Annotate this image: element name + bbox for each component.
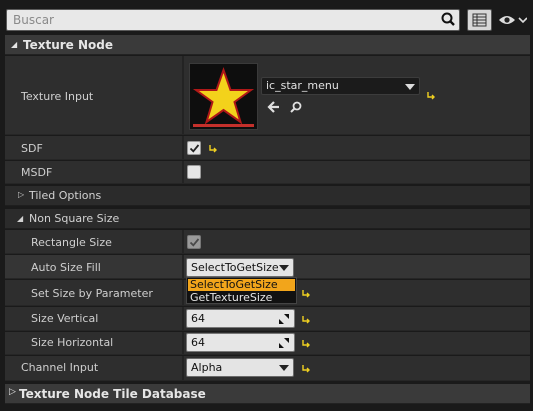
size-vertical-label: Size Vertical xyxy=(31,312,99,325)
checkmark-icon xyxy=(189,144,200,153)
category-title: Non Square Size xyxy=(29,212,120,225)
msdf-checkbox[interactable] xyxy=(187,165,201,179)
category-non-square-size[interactable]: ◢ Non Square Size xyxy=(5,209,530,229)
texture-thumbnail[interactable] xyxy=(189,63,258,130)
row-sdf: SDF xyxy=(5,136,530,160)
drag-resize-icon[interactable] xyxy=(278,313,290,325)
category-title: Texture Node Tile Database xyxy=(19,387,206,401)
collapse-arrow-icon: ◢ xyxy=(17,214,24,223)
category-title: Texture Node xyxy=(23,38,113,52)
channel-input-value: Alpha xyxy=(191,361,223,374)
channel-input-label: Channel Input xyxy=(21,361,99,374)
visibility-eye-icon[interactable] xyxy=(497,11,528,29)
texture-asset-name: ic_star_menu xyxy=(266,79,339,92)
row-size-vertical: Size Vertical 64 xyxy=(5,307,530,331)
row-rectangle-size: Rectangle Size xyxy=(5,230,530,254)
auto-size-fill-dropdown-list: SelectToGetSize GetTextureSize xyxy=(186,277,297,304)
size-horizontal-value: 64 xyxy=(191,336,205,349)
checkmark-icon xyxy=(189,238,200,247)
reset-to-default-icon[interactable] xyxy=(426,90,436,100)
row-size-horizontal: Size Horizontal 64 xyxy=(5,332,530,355)
category-texture-node[interactable]: ◢ Texture Node xyxy=(5,35,530,55)
drag-resize-icon[interactable] xyxy=(278,337,290,349)
reset-to-default-icon[interactable] xyxy=(301,314,311,324)
rectangle-size-checkbox[interactable] xyxy=(187,235,201,249)
size-vertical-value: 64 xyxy=(191,312,205,325)
auto-size-fill-value: SelectToGetSize xyxy=(191,261,279,274)
texture-color-bar xyxy=(193,124,254,127)
sdf-label: SDF xyxy=(21,142,43,155)
use-selected-arrow-icon[interactable] xyxy=(267,100,281,114)
chevron-down-icon xyxy=(405,84,415,90)
auto-size-fill-label: Auto Size Fill xyxy=(31,261,101,274)
browse-search-icon[interactable] xyxy=(289,100,303,114)
channel-input-combo[interactable]: Alpha xyxy=(186,358,294,377)
star-texture-icon xyxy=(192,66,255,127)
set-size-by-parameter-label: Set Size by Parameter xyxy=(31,287,153,300)
search-icon[interactable] xyxy=(440,11,457,28)
reset-to-default-icon[interactable] xyxy=(301,288,311,298)
expand-arrow-icon: ▷ xyxy=(18,190,25,199)
size-horizontal-input[interactable]: 64 xyxy=(186,333,295,352)
msdf-label: MSDF xyxy=(21,166,53,179)
rectangle-size-label: Rectangle Size xyxy=(31,236,112,249)
category-texture-node-tile-database[interactable]: ▷ Texture Node Tile Database xyxy=(5,384,530,404)
sdf-checkbox[interactable] xyxy=(187,141,201,155)
texture-input-label: Texture Input xyxy=(21,90,94,103)
reset-to-default-icon[interactable] xyxy=(301,338,311,348)
chevron-down-icon xyxy=(279,365,289,371)
category-title: Tiled Options xyxy=(29,189,102,202)
size-vertical-input[interactable]: 64 xyxy=(186,309,295,328)
reset-to-default-icon[interactable] xyxy=(208,143,218,153)
row-texture-input: Texture Input ic_star_menu xyxy=(5,56,530,135)
view-options-icon[interactable] xyxy=(467,9,492,31)
row-auto-size-fill: Auto Size Fill SelectToGetSize xyxy=(5,255,530,279)
texture-asset-combo[interactable]: ic_star_menu xyxy=(261,77,420,95)
dropdown-option-select-to-get-size[interactable]: SelectToGetSize xyxy=(188,279,295,291)
search-bar xyxy=(6,9,460,31)
size-horizontal-label: Size Horizontal xyxy=(31,336,114,349)
reset-to-default-icon[interactable] xyxy=(301,363,311,373)
collapse-arrow-icon: ◢ xyxy=(11,40,18,49)
expand-arrow-icon: ▷ xyxy=(9,387,16,397)
row-channel-input: Channel Input Alpha xyxy=(5,356,530,381)
dropdown-option-get-texture-size[interactable]: GetTextureSize xyxy=(188,292,295,304)
row-msdf: MSDF xyxy=(5,161,530,184)
chevron-down-icon xyxy=(279,265,289,271)
category-tiled-options[interactable]: ▷ Tiled Options xyxy=(5,186,530,206)
auto-size-fill-combo[interactable]: SelectToGetSize xyxy=(186,258,294,277)
search-input[interactable] xyxy=(7,10,437,30)
